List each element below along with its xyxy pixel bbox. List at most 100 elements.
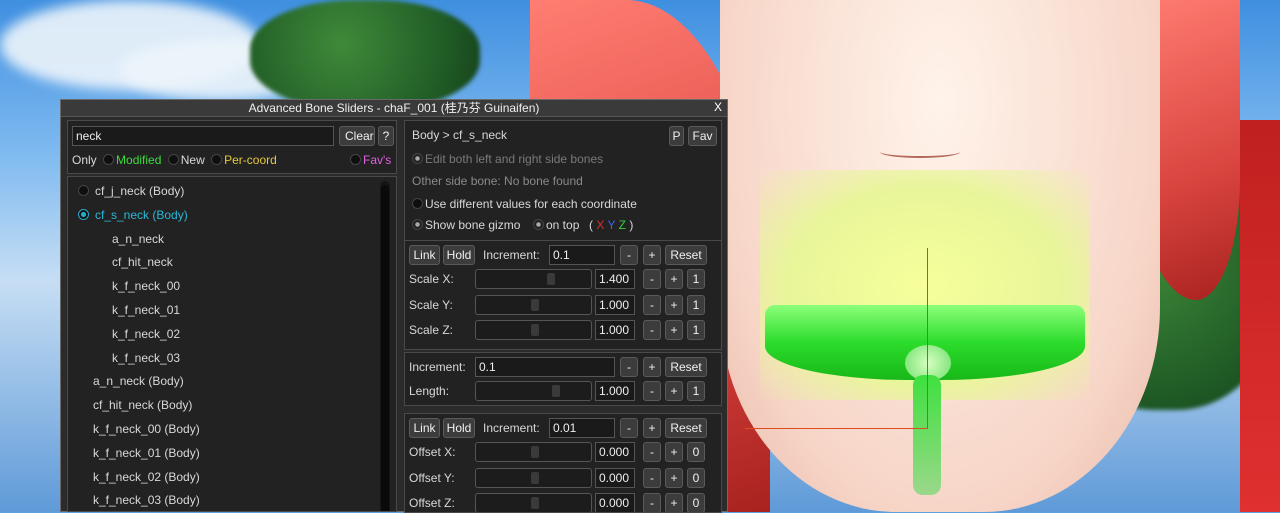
bone-tree-item[interactable]: k_f_neck_01 xyxy=(112,300,180,320)
value-slider[interactable] xyxy=(475,320,592,340)
bone-path: Body > cf_s_neck xyxy=(412,128,508,142)
value-slider[interactable] xyxy=(475,493,592,512)
value-input[interactable] xyxy=(595,320,635,340)
edit-both-toggle[interactable]: Edit both left and right side bones xyxy=(412,149,603,169)
filter-percoord[interactable]: Per-coord xyxy=(211,153,277,167)
value-slider[interactable] xyxy=(475,381,592,401)
clear-button[interactable]: Clear xyxy=(339,126,375,146)
value-reset-button[interactable]: 0 xyxy=(687,467,705,488)
bone-tree-item[interactable]: k_f_neck_03 (Body) xyxy=(93,490,200,510)
value-slider[interactable] xyxy=(475,269,592,289)
value-plus-button[interactable]: + xyxy=(665,442,683,462)
value-reset-button[interactable]: 1 xyxy=(687,320,705,340)
scale-panel: LinkHoldIncrement:-+ResetScale X:-+1Scal… xyxy=(404,240,722,350)
value-minus-button[interactable]: - xyxy=(643,381,661,401)
bone-tree-item[interactable]: k_f_neck_00 xyxy=(112,276,180,296)
increment-input[interactable] xyxy=(549,245,615,265)
value-minus-button[interactable]: - xyxy=(643,294,661,315)
bone-tree-item[interactable]: a_n_neck (Body) xyxy=(93,371,184,391)
advanced-bone-sliders-window: Advanced Bone Sliders - chaF_001 (桂乃芬 Gu… xyxy=(60,99,728,513)
bone-tree-item[interactable]: cf_j_neck (Body) xyxy=(78,181,184,201)
search-input[interactable] xyxy=(72,126,334,146)
show-gizmo-toggle[interactable]: Show bone gizmo xyxy=(412,215,520,235)
bone-tree-item[interactable]: k_f_neck_03 xyxy=(112,348,180,368)
value-plus-button[interactable]: + xyxy=(665,381,683,401)
value-plus-button[interactable]: + xyxy=(665,467,683,488)
value-plus-button[interactable]: + xyxy=(665,320,683,340)
help-button[interactable]: ? xyxy=(378,126,394,146)
p-button[interactable]: P xyxy=(669,126,684,146)
increment-input[interactable] xyxy=(549,418,615,438)
increment-minus-button[interactable]: - xyxy=(620,418,638,438)
filter-favs[interactable]: Fav's xyxy=(350,150,391,170)
increment-minus-button[interactable]: - xyxy=(620,357,638,377)
value-reset-button[interactable]: 1 xyxy=(687,381,705,401)
value-input[interactable] xyxy=(595,294,635,315)
slider-knob[interactable] xyxy=(531,324,539,336)
bone-tree-item[interactable]: k_f_neck_01 (Body) xyxy=(93,443,200,463)
slider-knob[interactable] xyxy=(531,446,539,458)
on-top-toggle[interactable]: on top xyxy=(533,215,579,235)
bone-tree-item[interactable]: cf_hit_neck xyxy=(112,252,173,272)
filter-new[interactable]: New xyxy=(167,153,205,167)
percoord-radio xyxy=(211,154,223,165)
increment-minus-button[interactable]: - xyxy=(620,245,638,265)
tree-scrollbar-thumb[interactable] xyxy=(381,185,389,511)
bone-tree-item[interactable]: a_n_neck xyxy=(112,229,164,249)
bone-tree-item-label: cf_s_neck (Body) xyxy=(95,207,188,222)
value-minus-button[interactable]: - xyxy=(643,269,661,289)
bone-tree-item[interactable]: k_f_neck_02 xyxy=(112,324,180,344)
link-button[interactable]: Link xyxy=(409,245,440,265)
value-plus-button[interactable]: + xyxy=(665,294,683,315)
bone-tree-item[interactable]: cf_hit_neck (Body) xyxy=(93,395,192,415)
reset-button[interactable]: Reset xyxy=(665,357,707,377)
bone-tree-item[interactable]: cf_s_neck (Body) xyxy=(78,205,188,225)
window-titlebar[interactable]: Advanced Bone Sliders - chaF_001 (桂乃芬 Gu… xyxy=(61,100,727,117)
slider-knob[interactable] xyxy=(552,385,560,397)
reset-button[interactable]: Reset xyxy=(665,245,707,265)
value-minus-button[interactable]: - xyxy=(643,467,661,488)
value-input[interactable] xyxy=(595,269,635,289)
value-input[interactable] xyxy=(595,381,635,401)
increment-input[interactable] xyxy=(475,357,615,377)
tree-scrollbar[interactable] xyxy=(380,181,390,511)
value-input[interactable] xyxy=(595,442,635,462)
increment-plus-button[interactable]: + xyxy=(643,357,661,377)
bone-tree-item-label: k_f_neck_03 (Body) xyxy=(93,493,200,508)
value-minus-button[interactable]: - xyxy=(643,442,661,462)
edit-both-radio xyxy=(412,153,423,164)
value-input[interactable] xyxy=(595,493,635,512)
value-plus-button[interactable]: + xyxy=(665,269,683,289)
window-title: Advanced Bone Sliders - chaF_001 (桂乃芬 Gu… xyxy=(248,101,540,115)
value-reset-button[interactable]: 1 xyxy=(687,294,705,315)
bone-tree-item[interactable]: k_f_neck_02 (Body) xyxy=(93,467,200,487)
slider-knob[interactable] xyxy=(531,298,539,311)
modified-radio xyxy=(103,154,115,165)
bone-tree-item[interactable]: k_f_neck_00 (Body) xyxy=(93,419,200,439)
value-slider[interactable] xyxy=(475,294,592,315)
value-reset-button[interactable]: 0 xyxy=(687,442,705,462)
slider-row-label: Scale X: xyxy=(409,272,454,286)
value-reset-button[interactable]: 1 xyxy=(687,269,705,289)
value-input[interactable] xyxy=(595,467,635,488)
value-minus-button[interactable]: - xyxy=(643,320,661,340)
filter-modified[interactable]: Modified xyxy=(103,153,161,167)
hold-button[interactable]: Hold xyxy=(443,245,475,265)
value-slider[interactable] xyxy=(475,467,592,488)
reset-button[interactable]: Reset xyxy=(665,418,707,438)
value-slider[interactable] xyxy=(475,442,592,462)
value-reset-button[interactable]: 0 xyxy=(687,493,705,512)
increment-plus-button[interactable]: + xyxy=(643,245,661,265)
slider-knob[interactable] xyxy=(531,497,539,509)
value-plus-button[interactable]: + xyxy=(665,493,683,512)
link-button[interactable]: Link xyxy=(409,418,440,438)
bone-tree-item-label: k_f_neck_02 (Body) xyxy=(93,469,200,484)
slider-knob[interactable] xyxy=(531,471,539,484)
slider-knob[interactable] xyxy=(547,273,555,285)
fav-button[interactable]: Fav xyxy=(688,126,717,146)
increment-plus-button[interactable]: + xyxy=(643,418,661,438)
diff-values-toggle[interactable]: Use different values for each coordinate xyxy=(412,194,637,214)
close-button[interactable]: X xyxy=(711,100,725,115)
hold-button[interactable]: Hold xyxy=(443,418,475,438)
value-minus-button[interactable]: - xyxy=(643,493,661,512)
